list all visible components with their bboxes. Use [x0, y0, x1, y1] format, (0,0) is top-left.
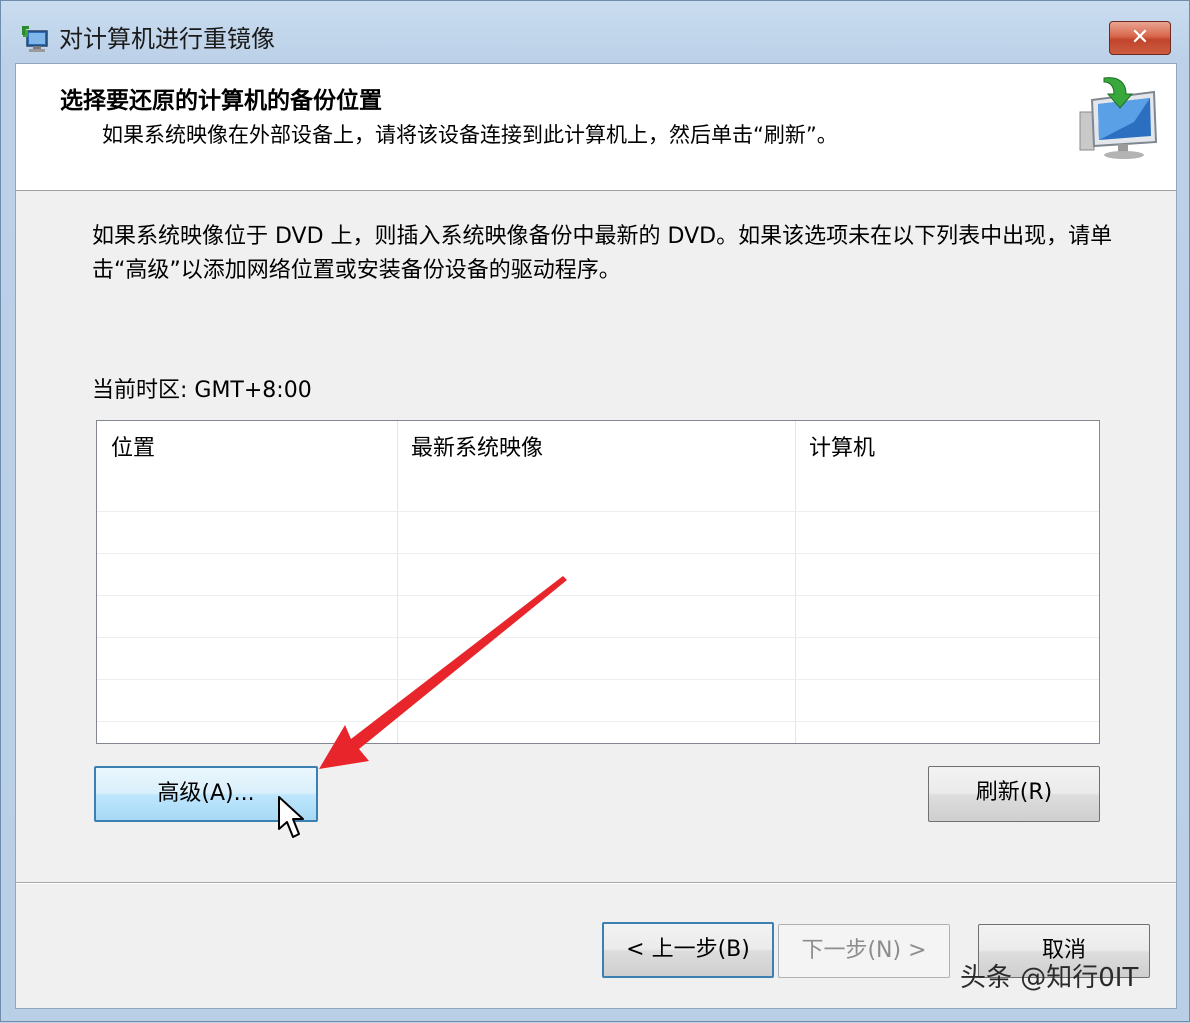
wizard-header: 选择要还原的计算机的备份位置 如果系统映像在外部设备上，请将该设备连接到此计算机…: [16, 64, 1176, 191]
window-title: 对计算机进行重镜像: [59, 25, 275, 53]
advanced-button[interactable]: 高级(A)...: [94, 766, 318, 822]
next-button[interactable]: 下一步(N) >: [778, 924, 950, 978]
title-bar: 对计算机进行重镜像 ✕: [1, 1, 1190, 63]
wizard-body: 选择要还原的计算机的备份位置 如果系统映像在外部设备上，请将该设备连接到此计算机…: [15, 63, 1177, 1009]
page-subtitle: 如果系统映像在外部设备上，请将该设备连接到此计算机上，然后单击“刷新”。: [102, 123, 838, 147]
watermark-text: 头条 @知行0IT: [960, 963, 1139, 993]
computer-restore-icon: [1079, 77, 1158, 159]
close-button[interactable]: ✕: [1109, 21, 1171, 55]
timezone-label: 当前时区: GMT+8:00: [92, 378, 312, 403]
reimage-app-icon: [22, 26, 48, 52]
column-divider: [397, 421, 398, 743]
empty-row-line: [97, 553, 1099, 554]
back-button[interactable]: < 上一步(B): [602, 922, 774, 978]
back-button-label: < 上一步(B): [626, 937, 750, 962]
column-header-location[interactable]: 位置: [97, 421, 397, 511]
dialog-window: 对计算机进行重镜像 ✕ 选择要还原的计算机的备份位置 如果系统映像在外部设备上，…: [0, 0, 1190, 1022]
column-header-computer[interactable]: 计算机: [795, 421, 1099, 511]
backup-location-list[interactable]: 位置 最新系统映像 计算机: [96, 420, 1100, 744]
footer-divider: [16, 882, 1176, 883]
empty-row-line: [97, 721, 1099, 722]
next-button-label: 下一步(N) >: [801, 938, 927, 963]
instructions-text: 如果系统映像位于 DVD 上，则插入系统映像备份中最新的 DVD。如果该选项未在…: [92, 224, 1113, 283]
empty-row-line: [97, 511, 1099, 512]
advanced-button-label: 高级(A)...: [157, 781, 255, 806]
column-header-latest-image[interactable]: 最新系统映像: [397, 421, 795, 511]
empty-row-line: [97, 637, 1099, 638]
close-icon: ✕: [1130, 25, 1150, 50]
empty-row-line: [97, 679, 1099, 680]
empty-row-line: [97, 595, 1099, 596]
refresh-button-label: 刷新(R): [975, 780, 1053, 805]
page-title: 选择要还原的计算机的备份位置: [60, 88, 382, 114]
column-divider: [795, 421, 796, 743]
refresh-button[interactable]: 刷新(R): [928, 766, 1100, 822]
